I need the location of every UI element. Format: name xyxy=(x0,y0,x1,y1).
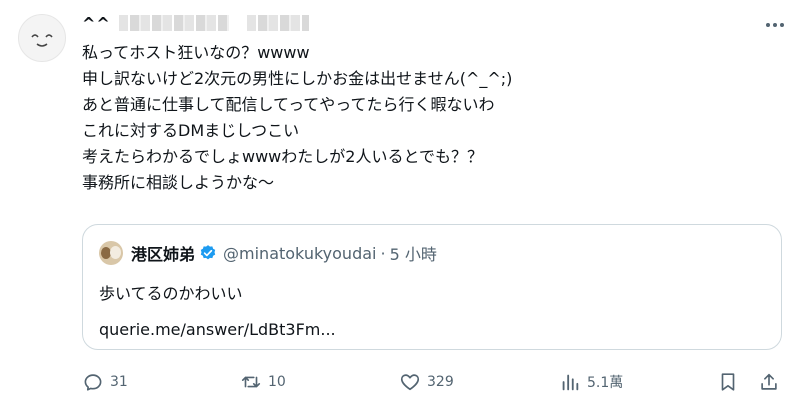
quote-timestamp[interactable]: 5 小時 xyxy=(390,241,437,265)
retweet-button[interactable]: 10 xyxy=(240,368,286,396)
tweet-line: あと普通に仕事して配信してってやってたら行く暇ないわ xyxy=(82,95,495,114)
retweet-icon xyxy=(241,376,261,388)
tweet-line: 申し訳ないけど2次元の男性にしかお金は出せません(^_^;) xyxy=(82,69,513,88)
more-options-icon[interactable] xyxy=(760,14,790,36)
quote-body: 歩いてるのかわいい querie.me/answer/LdBt3Fm... xyxy=(99,281,336,343)
tweet-text: 私ってホスト狂いなの？wwww 申し訳ないけど2次元の男性にしかお金は出せません… xyxy=(82,40,782,196)
redacted-name-block xyxy=(118,15,229,31)
share-icon[interactable] xyxy=(758,371,780,393)
action-bar: 31 10 329 5.1萬 xyxy=(82,368,782,396)
author-display-name[interactable]: ^^ xyxy=(82,14,111,33)
reply-icon xyxy=(84,374,102,391)
redacted-handle-block xyxy=(246,15,309,31)
heart-icon xyxy=(400,374,420,391)
tweet-line: 事務所に相談しようかな〜 xyxy=(82,173,275,192)
like-count: 329 xyxy=(427,374,454,390)
tweet-line: 考えたらわかるでしょwwwわたしが2人いるとでも？？ xyxy=(82,147,483,166)
quote-separator: · xyxy=(380,243,386,263)
reply-button[interactable]: 31 xyxy=(82,368,128,396)
retweet-count: 10 xyxy=(268,374,286,390)
quoted-tweet-card[interactable]: 港区姉弟 @minatokukyoudai · 5 小時 歩いてるのかわいい q… xyxy=(82,224,782,350)
views-chart-icon xyxy=(562,374,579,391)
quote-author-avatar[interactable] xyxy=(99,241,123,265)
quote-author-handle[interactable]: @minatokukyoudai xyxy=(223,244,376,263)
quote-text: 歩いてるのかわいい xyxy=(99,284,243,303)
verified-badge-icon xyxy=(200,245,216,260)
smiley-avatar-icon xyxy=(31,34,53,47)
author-avatar[interactable] xyxy=(18,14,66,62)
quote-header: 港区姉弟 @minatokukyoudai · 5 小時 xyxy=(99,241,437,265)
reply-count: 31 xyxy=(110,374,128,390)
like-button[interactable]: 329 xyxy=(399,368,454,396)
quote-link[interactable]: querie.me/answer/LdBt3Fm... xyxy=(99,317,336,343)
view-count: 5.1萬 xyxy=(587,375,624,391)
tweet-line: 私ってホスト狂いなの？wwww xyxy=(82,43,310,62)
tweet-line: これに対するDMまじしつこい xyxy=(82,121,300,140)
quote-author-name[interactable]: 港区姉弟 xyxy=(131,241,195,265)
tweet-header: ^^ xyxy=(82,12,309,34)
bookmark-icon[interactable] xyxy=(717,371,739,393)
views-button[interactable]: 5.1萬 xyxy=(559,368,623,396)
